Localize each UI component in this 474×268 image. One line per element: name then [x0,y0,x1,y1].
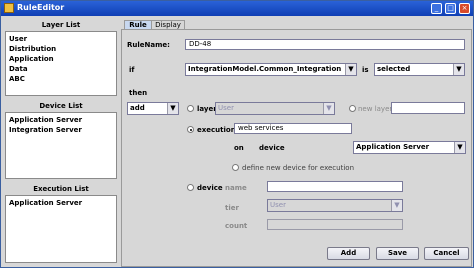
tier-label: tier [225,204,239,212]
if-condition-value: IntegrationModel.Common_Integration [188,65,342,73]
layer-value: User [218,104,234,112]
define-new-device-label: define new device for execution [242,164,354,172]
chevron-down-icon[interactable]: ▼ [454,142,465,153]
execution-list[interactable]: Application Server [5,195,117,263]
device-list[interactable]: Application Server Integration Server [5,112,117,179]
title-bar[interactable]: RuleEditor _ □ × [1,1,473,16]
if-label: if [129,66,135,74]
device-select[interactable]: Application Server ▼ [353,141,466,154]
list-item[interactable]: Application Server [9,116,82,124]
layer-list[interactable]: User Distribution Application Data ABC [5,31,117,96]
action-select[interactable]: add ▼ [127,102,179,115]
list-item[interactable]: Distribution [9,45,56,53]
name-label: name [225,184,247,192]
new-layer-label: new layer [358,105,393,113]
device-value: Application Server [356,143,430,151]
execution-list-header: Execution List [33,185,89,193]
define-new-device-radio[interactable] [232,164,239,171]
tier-select[interactable]: User ▼ [267,199,403,212]
layer-list-header: Layer List [41,21,81,29]
list-item[interactable]: Data [9,65,28,73]
device-list-header: Device List [39,102,83,110]
close-button[interactable]: × [459,3,470,14]
chevron-down-icon[interactable]: ▼ [391,200,402,211]
cancel-button[interactable]: Cancel [424,247,469,260]
rule-name-label: RuleName: [127,41,170,49]
list-item[interactable]: Application Server [9,199,82,207]
window-title: RuleEditor [17,3,65,12]
execution-input[interactable]: web services [234,123,352,134]
list-item[interactable]: Application [9,55,54,63]
add-button[interactable]: Add [327,247,370,260]
device-label: device [259,144,285,152]
layer-select[interactable]: User ▼ [215,102,335,115]
list-item[interactable]: Integration Server [9,126,82,134]
list-item[interactable]: User [9,35,27,43]
maximize-button[interactable]: □ [445,3,456,14]
is-label: is [362,66,369,74]
tier-value: User [270,201,286,209]
count-label: count [225,222,248,230]
device-radio[interactable] [187,184,194,191]
save-button[interactable]: Save [376,247,419,260]
execution-radio[interactable] [187,126,194,133]
layer-radio[interactable] [187,105,194,112]
if-condition-select[interactable]: IntegrationModel.Common_Integration ▼ [185,63,357,76]
name-input[interactable] [267,181,403,192]
chevron-down-icon[interactable]: ▼ [345,64,356,75]
app-icon [4,3,14,13]
is-state-value: selected [377,65,411,73]
list-item[interactable]: ABC [9,75,25,83]
execution-label: execution [197,126,236,134]
chevron-down-icon[interactable]: ▼ [453,64,464,75]
chevron-down-icon[interactable]: ▼ [167,103,178,114]
count-input[interactable] [267,219,403,230]
on-label: on [234,144,244,152]
new-layer-input[interactable] [391,102,465,114]
rule-editor-window: RuleEditor _ □ × Layer List User Distrib… [0,0,474,268]
chevron-down-icon[interactable]: ▼ [323,103,334,114]
minimize-button[interactable]: _ [431,3,442,14]
rule-name-input[interactable]: DD-48 [185,39,465,50]
new-layer-radio[interactable] [349,105,356,112]
device-option-label: device [197,184,223,192]
layer-label: layer [197,105,217,113]
then-label: then [129,89,148,97]
action-value: add [130,104,145,112]
is-state-select[interactable]: selected ▼ [374,63,465,76]
